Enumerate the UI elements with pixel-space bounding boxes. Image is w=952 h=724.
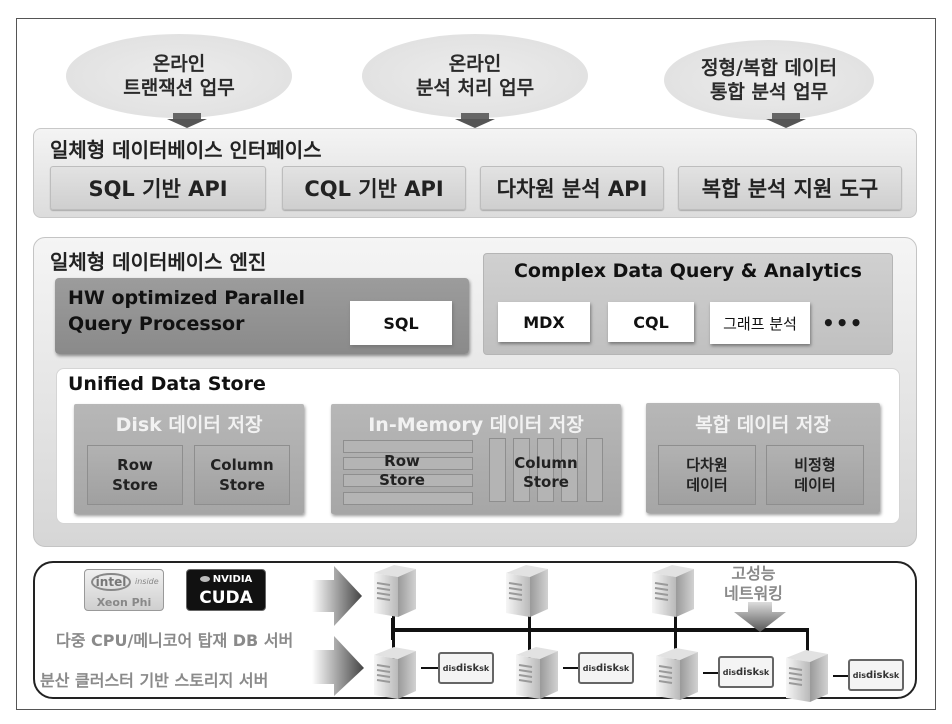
chip-sql: SQL bbox=[350, 301, 452, 345]
nvidia-eye-icon bbox=[199, 576, 210, 582]
db-server-icon bbox=[372, 563, 418, 617]
storage-server-label: 분산 클러스터 기반 스토리지 서버 bbox=[40, 671, 269, 690]
disk-label: disk bbox=[455, 662, 480, 674]
db-server-icon bbox=[650, 563, 696, 617]
nvidia-brand-text: NVIDIA bbox=[212, 574, 253, 585]
row-strip bbox=[343, 492, 473, 505]
disk-column-store: Column Store bbox=[194, 445, 290, 505]
disk-link bbox=[421, 667, 439, 669]
chip-graph-analytics: 그래프 분석 bbox=[710, 302, 810, 344]
cell-line: 비정형 bbox=[794, 456, 836, 474]
api-cql: CQL 기반 API bbox=[282, 166, 466, 210]
api-sql: SQL 기반 API bbox=[50, 166, 266, 210]
flow-arrows bbox=[312, 566, 364, 696]
label-line: Row bbox=[384, 452, 420, 470]
network-down-arrow-icon bbox=[734, 602, 786, 632]
cell-line: Store bbox=[219, 476, 265, 494]
down-arrow-icon bbox=[455, 113, 495, 128]
network-label: 고성능 네트워킹 bbox=[724, 564, 783, 604]
down-arrow-icon bbox=[766, 113, 806, 128]
interface-title: 일체형 데이터베이스 인터페이스 bbox=[50, 138, 322, 162]
column-strip bbox=[489, 438, 506, 502]
disk-group-icon: dis disk sk bbox=[848, 659, 904, 691]
disk-label: disk bbox=[595, 662, 620, 674]
complex-query-title: Complex Data Query & Analytics bbox=[513, 260, 862, 282]
column-strip bbox=[586, 438, 603, 502]
more-icon: ••• bbox=[822, 311, 864, 335]
intel-brand: intel bbox=[91, 573, 131, 591]
disk-label: dis bbox=[442, 663, 456, 673]
in-memory-column-store-label: Column Store bbox=[512, 454, 580, 492]
right-arrow-icon bbox=[312, 636, 364, 696]
disk-group-icon: dis disk sk bbox=[578, 652, 634, 684]
down-arrow-icon bbox=[167, 113, 207, 128]
disk-group-icon: dis disk sk bbox=[718, 656, 774, 688]
workload-line: 트랜잭션 업무 bbox=[123, 77, 235, 99]
label-line: Store bbox=[379, 471, 425, 489]
chip-mdx: MDX bbox=[498, 302, 590, 342]
cell-line: 데이터 bbox=[686, 476, 728, 494]
api-complex-tools: 복합 분석 지원 도구 bbox=[678, 166, 902, 210]
query-processor-title: HW optimized Parallel Query Processor bbox=[68, 285, 305, 337]
disk-label: dis bbox=[722, 667, 736, 677]
intel-tag: inside bbox=[135, 577, 159, 586]
db-server-icon bbox=[504, 563, 550, 617]
workload-line: 정형/복합 데이터 bbox=[701, 57, 837, 79]
cell-line: Row bbox=[117, 456, 153, 474]
workload-line: 통합 분석 업무 bbox=[709, 81, 829, 103]
unified-store-title: Unified Data Store bbox=[68, 373, 266, 395]
network-label-line: 네트워킹 bbox=[724, 584, 783, 603]
engine-title: 일체형 데이터베이스 엔진 bbox=[50, 250, 267, 274]
disk-row-store: Row Store bbox=[87, 445, 183, 505]
disk-store-title: Disk 데이터 저장 bbox=[115, 414, 263, 436]
disk-label: sk bbox=[619, 663, 630, 673]
cell-line: 다차원 bbox=[686, 456, 728, 474]
nvidia-brand: NVIDIA bbox=[187, 574, 265, 585]
label-line: Column bbox=[514, 454, 578, 472]
disk-link bbox=[563, 667, 579, 669]
nvidia-cuda-logo: NVIDIA CUDA bbox=[186, 569, 266, 611]
disk-label: sk bbox=[889, 670, 900, 680]
intel-xeon-phi-logo: intel inside Xeon Phi bbox=[84, 569, 164, 611]
intel-product: Xeon Phi bbox=[96, 596, 152, 609]
disk-label: sk bbox=[759, 667, 770, 677]
disk-label: sk bbox=[479, 663, 490, 673]
disk-label: dis bbox=[582, 663, 596, 673]
cell-line: Store bbox=[112, 476, 158, 494]
workload-line: 온라인 bbox=[152, 53, 206, 75]
storage-server-icon bbox=[514, 645, 560, 699]
storage-server-icon bbox=[372, 645, 418, 699]
label-line: Store bbox=[523, 473, 569, 491]
disk-label: disk bbox=[735, 666, 760, 678]
in-memory-row-store-label: Row Store bbox=[372, 452, 432, 490]
workload-line: 온라인 bbox=[448, 53, 502, 75]
unstructured-data: 비정형 데이터 bbox=[766, 445, 864, 505]
storage-server-icon bbox=[784, 648, 830, 702]
db-server-label: 다중 CPU/메니코어 탑재 DB 서버 bbox=[56, 631, 294, 650]
in-memory-store-title: In-Memory 데이터 저장 bbox=[368, 414, 584, 436]
storage-server-icon bbox=[654, 646, 700, 700]
multidimensional-data: 다차원 데이터 bbox=[658, 445, 756, 505]
disk-label: dis bbox=[852, 670, 866, 680]
workload-oltp: 온라인 트랜잭션 업무 bbox=[66, 34, 292, 118]
workload-integrated-analytics: 정형/복합 데이터 통합 분석 업무 bbox=[664, 40, 874, 120]
query-processor-line: HW optimized Parallel bbox=[68, 287, 306, 309]
cell-line: Column bbox=[210, 456, 274, 474]
api-multidimensional: 다차원 분석 API bbox=[480, 166, 664, 210]
workload-olap: 온라인 분석 처리 업무 bbox=[362, 34, 588, 118]
disk-link bbox=[833, 675, 849, 677]
workload-line: 분석 처리 업무 bbox=[415, 77, 535, 99]
network-label-line: 고성능 bbox=[731, 564, 776, 583]
chip-cql: CQL bbox=[608, 302, 694, 342]
disk-group-icon: dis disk sk bbox=[438, 652, 494, 684]
complex-store-title: 복합 데이터 저장 bbox=[695, 414, 831, 436]
cell-line: 데이터 bbox=[794, 476, 836, 494]
disk-label: disk bbox=[865, 669, 890, 681]
nvidia-product: CUDA bbox=[199, 588, 253, 608]
right-arrow-icon bbox=[312, 566, 362, 626]
disk-link bbox=[703, 672, 719, 674]
query-processor-line: Query Processor bbox=[68, 313, 245, 335]
